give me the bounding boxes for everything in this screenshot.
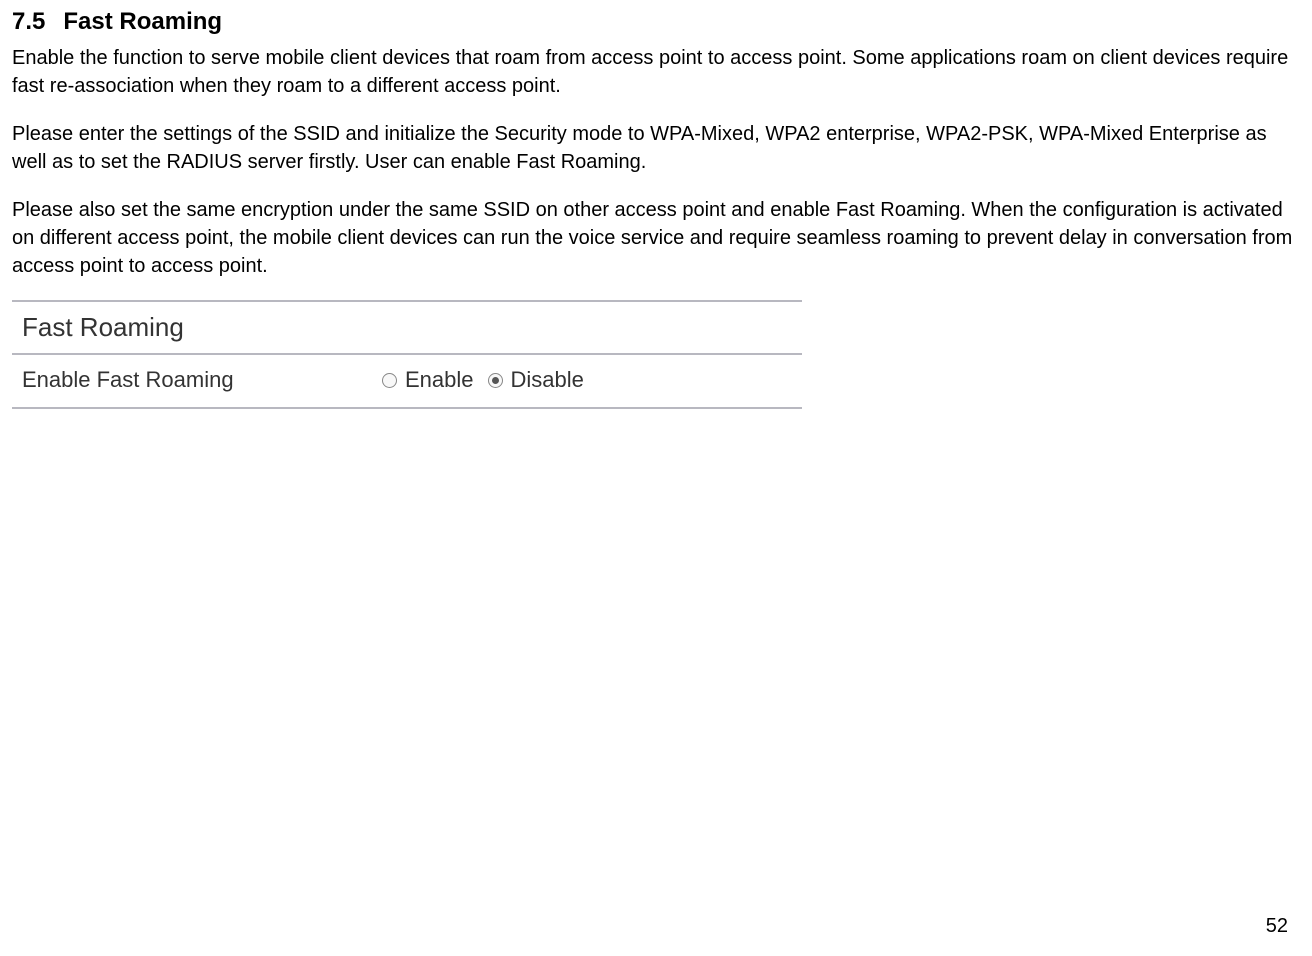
paragraph-3: Please also set the same encryption unde… — [12, 196, 1300, 280]
page-number: 52 — [1266, 915, 1288, 938]
enable-fast-roaming-row: Enable Fast Roaming Enable Disable — [12, 355, 802, 409]
panel-title: Fast Roaming — [12, 302, 802, 355]
section-number: 7.5 — [12, 8, 45, 35]
section-title: Fast Roaming — [63, 8, 222, 35]
radio-label-disable: Disable — [511, 367, 584, 393]
radio-icon — [488, 373, 503, 388]
radio-icon — [382, 373, 397, 388]
section-heading: 7.5 Fast Roaming — [12, 8, 1300, 36]
fast-roaming-panel: Fast Roaming Enable Fast Roaming Enable … — [12, 300, 802, 409]
radio-group: Enable Disable — [382, 367, 584, 393]
paragraph-2: Please enter the settings of the SSID an… — [12, 120, 1300, 176]
paragraph-1: Enable the function to serve mobile clie… — [12, 44, 1300, 100]
radio-option-disable[interactable]: Disable — [488, 367, 584, 393]
row-label: Enable Fast Roaming — [22, 367, 382, 393]
radio-label-enable: Enable — [405, 367, 474, 393]
radio-option-enable[interactable]: Enable — [382, 367, 474, 393]
